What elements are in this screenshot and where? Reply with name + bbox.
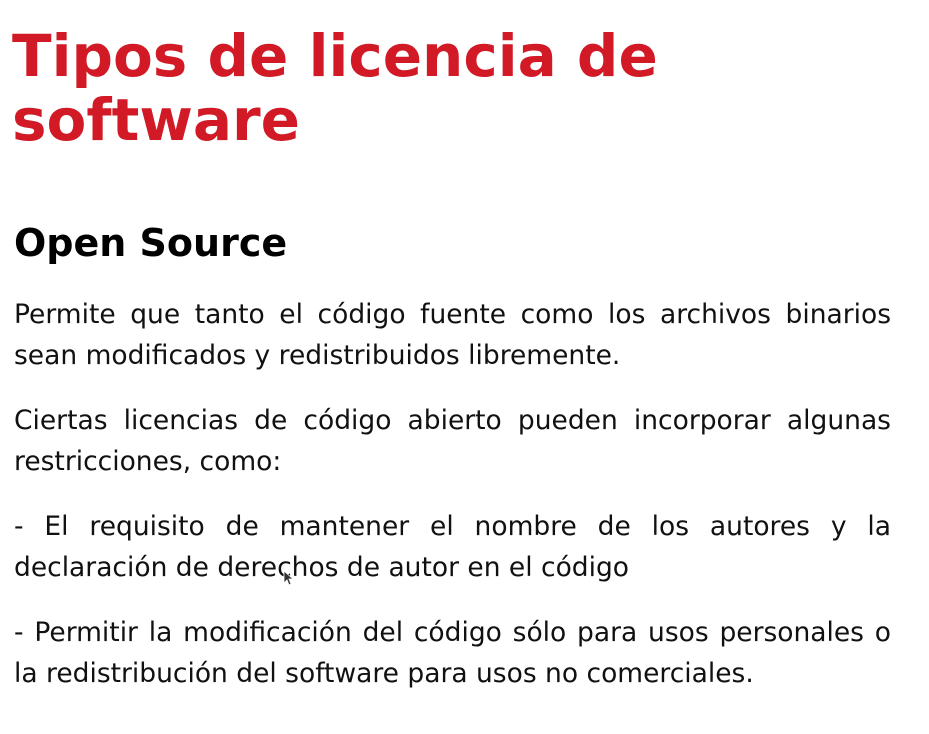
paragraph-restrictions-intro: Ciertas licencias de código abierto pued… [14,405,891,477]
section-heading: Open Source [14,221,288,265]
slide-title: Tipos de licencia de software [12,22,658,154]
paragraph-restriction-authors: - El requisito de mantener el nombre de … [14,511,891,583]
mouse-pointer-icon [283,570,293,586]
paragraph-definition: Permite que tanto el código fuente como … [14,299,891,371]
slide: Tipos de licencia de software Open Sourc… [0,0,929,734]
paragraph-restriction-usage: - Permitir la modificación del código só… [14,617,891,689]
